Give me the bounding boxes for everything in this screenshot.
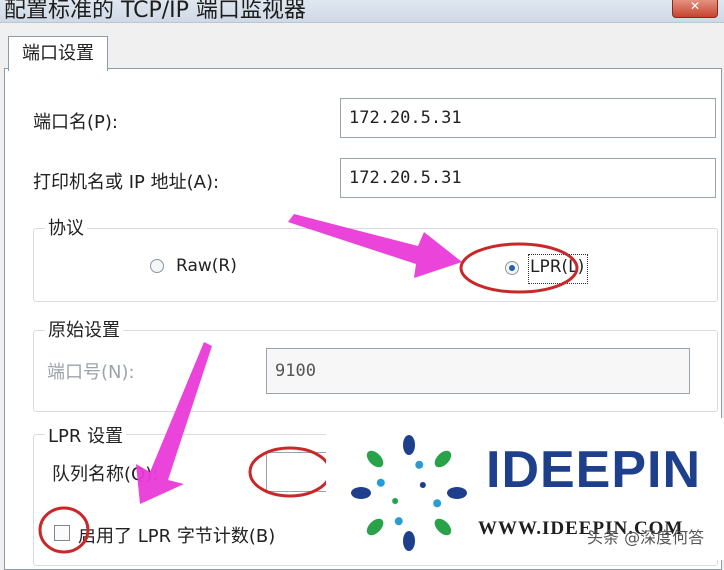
raw-radio-label: Raw(R) xyxy=(176,256,237,276)
raw-settings-title: 原始设置 xyxy=(45,316,123,342)
logo-spiral-icon xyxy=(351,435,467,551)
window-title: 配置标准的 TCP/IP 端口监视器 xyxy=(4,0,306,23)
printer-address-input[interactable]: 172.20.5.31 xyxy=(340,158,716,198)
port-number-label: 端口号(N): xyxy=(47,362,135,383)
port-number-input[interactable]: 9100 xyxy=(266,348,690,394)
source-watermark: 头条 @深度何答 xyxy=(587,528,705,547)
port-name-input[interactable]: 172.20.5.31 xyxy=(340,98,716,138)
tab-port-settings[interactable]: 端口设置 xyxy=(8,36,108,71)
title-bar: 配置标准的 TCP/IP 端口监视器 ✕ xyxy=(0,0,724,23)
logo-text: IDEEPIN xyxy=(486,441,702,499)
close-icon: ✕ xyxy=(689,0,701,13)
port-name-label: 端口名(P): xyxy=(33,112,118,133)
queue-name-label: 队列名称(Q): xyxy=(52,464,159,485)
printer-address-label: 打印机名或 IP 地址(A): xyxy=(33,172,220,193)
lpr-byte-count-checkbox[interactable] xyxy=(54,525,70,541)
lpr-byte-count-label: 启用了 LPR 字节计数(B) xyxy=(78,526,276,547)
lpr-radio[interactable] xyxy=(505,261,519,275)
protocol-group xyxy=(33,228,718,302)
raw-radio[interactable] xyxy=(150,259,164,273)
lpr-settings-title: LPR 设置 xyxy=(45,422,127,448)
lpr-radio-label: LPR(L) xyxy=(530,257,585,277)
close-button[interactable]: ✕ xyxy=(672,0,718,18)
protocol-group-title: 协议 xyxy=(45,214,87,240)
